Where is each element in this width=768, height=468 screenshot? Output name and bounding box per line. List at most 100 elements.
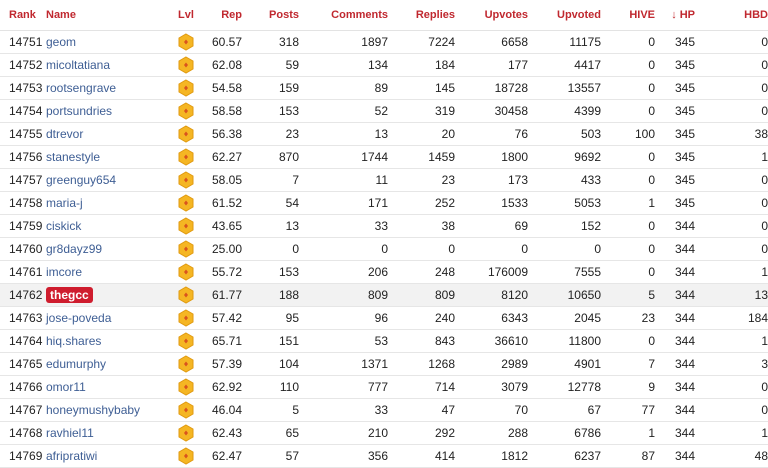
upvotes-cell: 6658 xyxy=(455,30,528,54)
level-hexagon-icon xyxy=(178,240,194,258)
user-link[interactable]: afripratiwi xyxy=(46,449,97,463)
upvoted-cell: 4399 xyxy=(528,99,601,123)
level-hexagon-icon xyxy=(178,79,194,97)
rank-cell: 14756 xyxy=(0,145,46,169)
column-header-rep[interactable]: Rep xyxy=(201,0,242,31)
column-header-hp[interactable]: ↓ HP xyxy=(655,0,695,31)
user-link[interactable]: omor11 xyxy=(46,380,86,394)
column-header-lvl[interactable]: Lvl xyxy=(171,0,201,31)
column-header-upvotes[interactable]: Upvotes xyxy=(455,0,528,31)
replies-cell: 23 xyxy=(388,168,455,192)
name-cell: portsundries xyxy=(46,99,171,123)
level-hexagon-icon xyxy=(178,148,194,166)
comments-cell: 206 xyxy=(299,260,388,284)
level-hexagon-icon xyxy=(178,332,194,350)
comments-cell: 1371 xyxy=(299,352,388,376)
user-link[interactable]: greenguy654 xyxy=(46,173,116,187)
upvoted-cell: 6237 xyxy=(528,444,601,468)
user-link[interactable]: portsundries xyxy=(46,104,112,118)
posts-cell: 65 xyxy=(242,421,299,445)
user-link[interactable]: geom xyxy=(46,35,76,49)
rep-cell: 62.92 xyxy=(201,375,242,399)
level-cell xyxy=(171,375,201,399)
level-hexagon-icon xyxy=(178,355,194,373)
user-link[interactable]: maria-j xyxy=(46,196,83,210)
table-row: 14758 maria-j 61.52 54 171 252 1533 5053 1 345 0 xyxy=(0,191,768,215)
table-row: 14768 ravhiel11 62.43 65 210 292 288 6786 1 344 1 xyxy=(0,421,768,445)
comments-cell: 96 xyxy=(299,306,388,330)
comments-cell: 210 xyxy=(299,421,388,445)
upvotes-cell: 1800 xyxy=(455,145,528,169)
column-header-posts[interactable]: Posts xyxy=(242,0,299,31)
column-header-upvoted[interactable]: Upvoted xyxy=(528,0,601,31)
column-header-comments[interactable]: Comments xyxy=(299,0,388,31)
rep-cell: 62.08 xyxy=(201,53,242,77)
level-hexagon-icon xyxy=(178,194,194,212)
level-cell xyxy=(171,329,201,353)
hive-cell: 1 xyxy=(601,421,655,445)
upvoted-cell: 11800 xyxy=(528,329,601,353)
posts-cell: 54 xyxy=(242,191,299,215)
level-hexagon-icon xyxy=(178,171,194,189)
hbd-cell: 38 xyxy=(695,122,768,146)
user-link[interactable]: rootsengrave xyxy=(46,81,116,95)
posts-cell: 153 xyxy=(242,260,299,284)
user-link[interactable]: stanestyle xyxy=(46,150,100,164)
user-link[interactable]: dtrevor xyxy=(46,127,83,141)
posts-cell: 104 xyxy=(242,352,299,376)
user-link[interactable]: micoltatiana xyxy=(46,58,110,72)
user-link[interactable]: thegcc xyxy=(46,287,93,303)
user-link[interactable]: hiq.shares xyxy=(46,334,101,348)
upvoted-cell: 152 xyxy=(528,214,601,238)
level-cell xyxy=(171,53,201,77)
hive-cell: 9 xyxy=(601,375,655,399)
rep-cell: 57.42 xyxy=(201,306,242,330)
level-hexagon-icon xyxy=(178,263,194,281)
comments-cell: 171 xyxy=(299,191,388,215)
replies-cell: 240 xyxy=(388,306,455,330)
rank-cell: 14757 xyxy=(0,168,46,192)
level-hexagon-icon xyxy=(178,286,194,304)
user-link[interactable]: honeymushybaby xyxy=(46,403,140,417)
hive-cell: 1 xyxy=(601,191,655,215)
user-link[interactable]: jose-poveda xyxy=(46,311,111,325)
level-hexagon-icon xyxy=(178,309,194,327)
user-link[interactable]: edumurphy xyxy=(46,357,106,371)
rep-cell: 62.47 xyxy=(201,444,242,468)
upvoted-cell: 7555 xyxy=(528,260,601,284)
rank-cell: 14762 xyxy=(0,283,46,307)
hbd-cell: 0 xyxy=(695,30,768,54)
rank-cell: 14759 xyxy=(0,214,46,238)
upvotes-cell: 176009 xyxy=(455,260,528,284)
user-link[interactable]: imcore xyxy=(46,265,82,279)
upvoted-cell: 2045 xyxy=(528,306,601,330)
user-link[interactable]: gr8dayz99 xyxy=(46,242,102,256)
hbd-cell: 1 xyxy=(695,421,768,445)
user-link[interactable]: ciskick xyxy=(46,219,81,233)
user-link[interactable]: ravhiel11 xyxy=(46,426,94,440)
upvotes-cell: 1812 xyxy=(455,444,528,468)
hbd-cell: 0 xyxy=(695,237,768,261)
upvotes-cell: 177 xyxy=(455,53,528,77)
rank-cell: 14755 xyxy=(0,122,46,146)
column-header-hive[interactable]: HIVE xyxy=(601,0,655,31)
hbd-cell: 0 xyxy=(695,191,768,215)
table-row: 14760 gr8dayz99 25.00 0 0 0 0 0 0 344 0 xyxy=(0,237,768,261)
hbd-cell: 0 xyxy=(695,398,768,422)
hbd-cell: 0 xyxy=(695,76,768,100)
table-row: 14765 edumurphy 57.39 104 1371 1268 2989 4901 7 3… xyxy=(0,352,768,376)
rank-cell: 14753 xyxy=(0,76,46,100)
hbd-cell: 0 xyxy=(695,53,768,77)
table-row: 14754 portsundries 58.58 153 52 319 30458 4399 0… xyxy=(0,99,768,123)
column-header-replies[interactable]: Replies xyxy=(388,0,455,31)
column-header-rank[interactable]: Rank xyxy=(0,0,46,31)
hbd-cell: 1 xyxy=(695,260,768,284)
level-hexagon-icon xyxy=(178,447,194,465)
replies-cell: 292 xyxy=(388,421,455,445)
comments-cell: 356 xyxy=(299,444,388,468)
column-header-hbd[interactable]: HBD xyxy=(695,0,768,31)
upvotes-cell: 76 xyxy=(455,122,528,146)
replies-cell: 248 xyxy=(388,260,455,284)
table-row: 14762 thegcc 61.77 188 809 809 8120 10650 5 344 13 xyxy=(0,283,768,307)
column-header-name[interactable]: Name xyxy=(46,0,171,31)
